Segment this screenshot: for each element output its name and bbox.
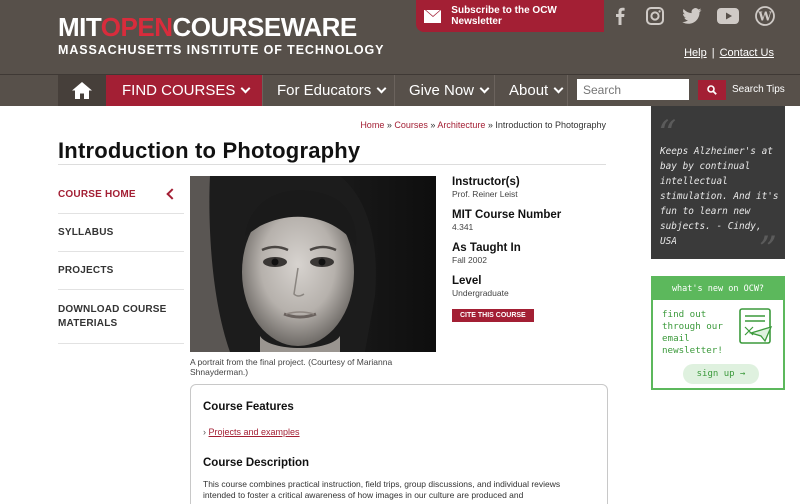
course-image xyxy=(190,176,436,352)
ocw-logo[interactable]: MITOPENCOURSEWARE MASSACHUSETTS INSTITUT… xyxy=(58,14,384,57)
page-title: Introduction to Photography xyxy=(58,138,361,163)
newsletter-promo[interactable]: what's new on OCW? find out through our … xyxy=(651,276,785,390)
course-description-text: This course combines practical instructi… xyxy=(203,479,561,500)
projects-and-examples-link[interactable]: Projects and examples xyxy=(209,427,300,437)
search-tips-link[interactable]: Search Tips xyxy=(732,84,785,95)
search-input[interactable] xyxy=(577,79,689,100)
sidebar-item-projects[interactable]: PROJECTS xyxy=(58,252,184,290)
breadcrumb-courses[interactable]: Courses xyxy=(394,120,428,130)
chevron-down-icon xyxy=(240,83,251,94)
sidebar-item-syllabus[interactable]: SYLLABUS xyxy=(58,214,184,252)
home-button[interactable] xyxy=(58,75,106,106)
whats-new-body: find out through our email newsletter! xyxy=(662,309,723,356)
breadcrumb-architecture[interactable]: Architecture xyxy=(437,120,485,130)
link-separator: | xyxy=(711,47,715,59)
main-nav: FIND COURSES For Educators Give Now Abou… xyxy=(0,74,800,106)
sidebar-item-label: COURSE HOME xyxy=(58,189,136,200)
chevron-down-icon xyxy=(479,83,490,94)
whats-new-heading: what's new on OCW? xyxy=(653,278,783,300)
logo-subtitle: MASSACHUSETTS INSTITUTE OF TECHNOLOGY xyxy=(58,43,385,57)
taught-in-label: As Taught In xyxy=(452,242,521,254)
cite-this-course-button[interactable]: CITE THIS COURSE xyxy=(452,309,534,322)
course-info: Instructor(s) Prof. Reiner Leist MIT Cou… xyxy=(452,176,602,322)
taught-in-value: Fall 2002 xyxy=(452,255,487,265)
site-header: MITOPENCOURSEWARE MASSACHUSETTS INSTITUT… xyxy=(0,0,800,74)
course-features-panel: Course Features › Projects and examples … xyxy=(190,384,608,504)
sidebar-item-course-home[interactable]: COURSE HOME xyxy=(58,176,184,214)
link-bullet: › xyxy=(203,427,206,437)
testimonial-quote: “ Keeps Alzheimer's at bay by continual … xyxy=(651,106,785,271)
course-sidebar: COURSE HOME SYLLABUS PROJECTS DOWNLOAD C… xyxy=(58,176,184,344)
breadcrumb: Home » Courses » Architecture » Introduc… xyxy=(360,120,606,130)
breadcrumb-current: Introduction to Photography xyxy=(495,120,606,130)
sidebar-item-download-course-materials[interactable]: DOWNLOAD COURSE MATERIALS xyxy=(58,290,184,344)
chevron-left-icon xyxy=(166,188,178,200)
instructor-label: Instructor(s) xyxy=(452,176,520,188)
logo-wordmark: MITOPENCOURSEWARE xyxy=(58,14,384,40)
chevron-down-icon xyxy=(553,83,564,94)
breadcrumb-sep: » xyxy=(485,120,496,130)
search-icon xyxy=(707,85,717,95)
image-caption: A portrait from the final project. (Cour… xyxy=(190,357,393,377)
about-label: About xyxy=(509,82,549,99)
level-value: Undergraduate xyxy=(452,288,509,298)
for-educators-label: For Educators xyxy=(277,82,372,99)
feature-item: › Projects and examples xyxy=(203,427,595,437)
breadcrumb-home[interactable]: Home xyxy=(360,120,384,130)
title-divider xyxy=(58,164,606,165)
logo-courseware: COURSEWARE xyxy=(172,12,357,42)
course-number-value: 4.341 xyxy=(452,222,474,232)
search-button[interactable] xyxy=(698,80,726,100)
newsletter-label: Subscribe to the OCW Newsletter xyxy=(451,5,557,27)
sidebar-item-label: DOWNLOAD COURSE MATERIALS xyxy=(58,303,167,329)
contact-us-link[interactable]: Contact Us xyxy=(720,47,774,59)
sidebar-item-label: PROJECTS xyxy=(58,265,114,276)
give-now-menu[interactable]: Give Now xyxy=(394,75,494,106)
give-now-label: Give Now xyxy=(409,82,475,99)
breadcrumb-sep: » xyxy=(384,120,395,130)
logo-mit: MIT xyxy=(58,12,101,42)
find-courses-menu[interactable]: FIND COURSES xyxy=(106,75,262,106)
logo-open: OPEN xyxy=(100,12,173,42)
course-features-heading: Course Features xyxy=(203,401,294,413)
wordpress-icon[interactable]: W xyxy=(753,4,777,28)
utility-links: Help | Contact Us xyxy=(684,47,774,59)
newsletter-subscribe-button[interactable]: Subscribe to the OCW Newsletter xyxy=(416,0,604,32)
find-courses-label: FIND COURSES xyxy=(122,82,236,99)
close-quote-icon: ” xyxy=(758,230,777,271)
about-menu[interactable]: About xyxy=(494,75,568,106)
envelope-icon xyxy=(424,9,442,23)
svg-text:W: W xyxy=(757,10,772,24)
youtube-icon[interactable] xyxy=(716,4,740,28)
home-icon xyxy=(72,82,92,99)
newsletter-icon xyxy=(737,307,775,352)
facebook-icon[interactable] xyxy=(608,4,632,28)
course-description-heading: Course Description xyxy=(203,457,310,469)
instructor-value: Prof. Reiner Leist xyxy=(452,189,518,199)
sign-up-button[interactable]: sign up → xyxy=(683,364,759,384)
chevron-down-icon xyxy=(376,83,387,94)
sidebar-item-label: SYLLABUS xyxy=(58,227,114,238)
help-link[interactable]: Help xyxy=(684,47,707,59)
for-educators-menu[interactable]: For Educators xyxy=(262,75,394,106)
instagram-icon[interactable] xyxy=(643,4,667,28)
level-label: Level xyxy=(452,275,482,287)
course-number-label: MIT Course Number xyxy=(452,209,562,221)
twitter-icon[interactable] xyxy=(680,4,704,28)
breadcrumb-sep: » xyxy=(427,120,438,130)
